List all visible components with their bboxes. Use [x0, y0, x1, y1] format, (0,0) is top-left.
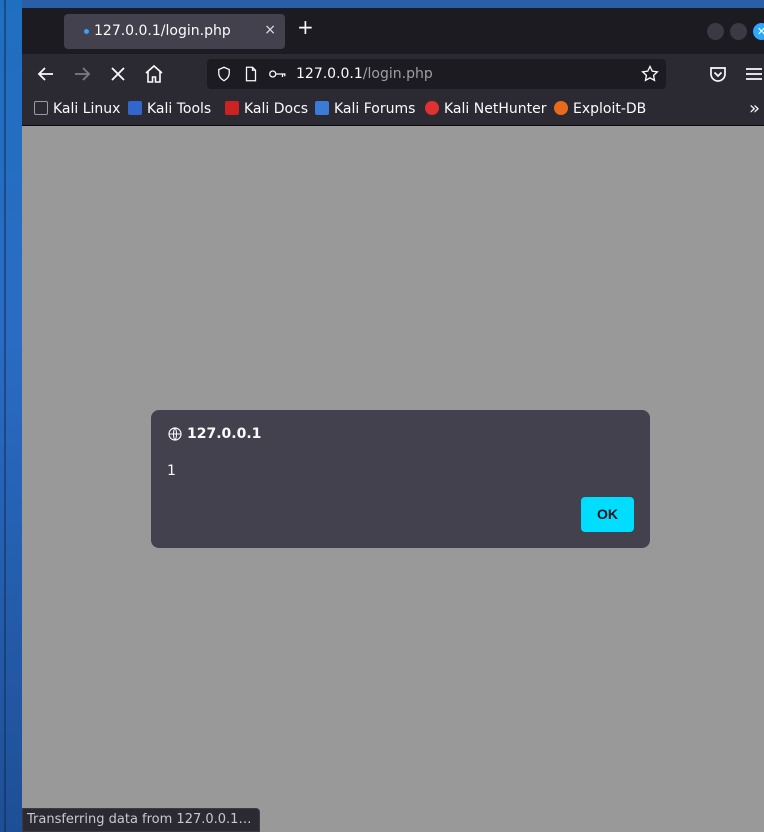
maximize-button[interactable]	[730, 23, 747, 40]
kali-docs-icon	[225, 101, 239, 115]
page-icon[interactable]	[242, 65, 260, 83]
minimize-button[interactable]	[707, 23, 724, 40]
ok-button[interactable]: OK	[581, 497, 634, 532]
kali-dragon-icon	[34, 101, 48, 115]
url-text: 127.0.0.1/login.php	[296, 66, 433, 82]
bookmarks-toolbar: Kali Linux Kali Tools Kali Docs Kali For…	[22, 94, 764, 126]
desktop-background	[0, 0, 22, 832]
browser-window: 127.0.0.1/login.php × + ✕ 127.0.0.1/logi…	[22, 8, 764, 832]
nethunter-icon	[425, 101, 439, 115]
tab-login[interactable]: 127.0.0.1/login.php ×	[64, 14, 285, 49]
bookmark-label: Kali Linux	[53, 101, 121, 117]
loading-indicator-icon	[84, 29, 89, 34]
tab-title: 127.0.0.1/login.php	[94, 23, 231, 39]
page-content: 127.0.0.1 1 OK	[22, 126, 764, 832]
bookmark-label: Kali NetHunter	[444, 101, 547, 117]
bookmark-label: Kali Tools	[147, 101, 212, 117]
bookmark-exploit-db[interactable]: Exploit-DB	[554, 101, 646, 117]
bookmarks-overflow-button[interactable]: »	[749, 98, 760, 119]
shield-icon[interactable]	[215, 65, 233, 83]
alert-dialog: 127.0.0.1 1 OK	[151, 410, 650, 548]
exploit-db-icon	[554, 101, 568, 115]
url-path: /login.php	[362, 66, 433, 82]
bookmark-star-icon[interactable]	[640, 64, 660, 84]
pocket-icon[interactable]	[706, 62, 730, 86]
close-window-button[interactable]: ✕	[753, 23, 764, 40]
bookmark-label: Exploit-DB	[573, 101, 647, 117]
stop-icon[interactable]	[106, 62, 130, 86]
bookmark-label: Kali Docs	[244, 101, 309, 117]
bookmark-kali-linux[interactable]: Kali Linux	[34, 101, 120, 117]
bookmark-kali-docs[interactable]: Kali Docs	[225, 101, 308, 117]
address-bar[interactable]: 127.0.0.1/login.php	[207, 59, 666, 89]
kali-forums-icon	[315, 101, 329, 115]
bookmark-label: Kali Forums	[334, 101, 416, 117]
titlebar: 127.0.0.1/login.php × + ✕	[22, 8, 764, 54]
tab-close-icon[interactable]: ×	[264, 22, 276, 38]
key-icon[interactable]	[268, 65, 288, 83]
globe-icon	[168, 427, 182, 441]
navigation-toolbar: 127.0.0.1/login.php	[22, 54, 764, 94]
back-icon[interactable]	[34, 62, 58, 86]
kali-tools-icon	[128, 101, 142, 115]
menu-icon[interactable]	[742, 62, 764, 86]
new-tab-button[interactable]: +	[297, 17, 314, 37]
url-host: 127.0.0.1	[296, 66, 363, 82]
bookmark-kali-forums[interactable]: Kali Forums	[315, 101, 415, 117]
bookmark-kali-nethunter[interactable]: Kali NetHunter	[425, 101, 546, 117]
status-bar: Transferring data from 127.0.0.1…	[22, 808, 261, 832]
bookmark-kali-tools[interactable]: Kali Tools	[128, 101, 211, 117]
dialog-message: 1	[167, 463, 176, 479]
home-icon[interactable]	[142, 62, 166, 86]
forward-icon[interactable]	[70, 62, 94, 86]
dialog-origin: 127.0.0.1	[187, 426, 262, 442]
